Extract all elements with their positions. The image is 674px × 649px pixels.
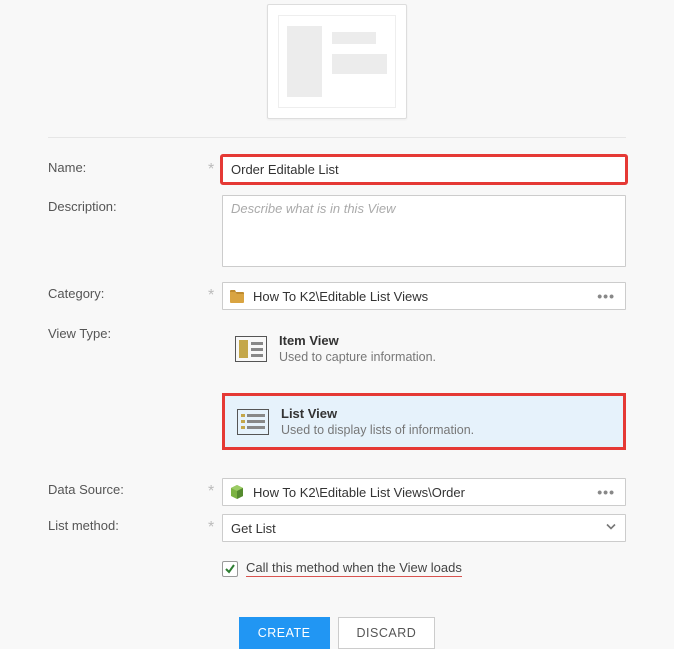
view-type-list[interactable]: List View Used to display lists of infor… [222, 393, 626, 450]
category-value: How To K2\Editable List Views [253, 289, 585, 304]
label-name: Name: [48, 156, 208, 175]
required-mark: * [208, 282, 222, 304]
name-input[interactable] [222, 156, 626, 183]
required-mark: * [208, 478, 222, 500]
discard-button[interactable]: DISCARD [338, 617, 436, 649]
label-data-source: Data Source: [48, 478, 208, 497]
required-spacer [208, 322, 222, 328]
item-view-icon [235, 336, 267, 362]
list-view-icon [237, 409, 269, 435]
folder-icon [229, 289, 245, 303]
chevron-down-icon [605, 521, 617, 536]
description-textarea[interactable] [222, 195, 626, 267]
call-on-load-checkbox[interactable] [222, 561, 238, 577]
check-icon [224, 563, 236, 575]
label-view-type: View Type: [48, 322, 208, 341]
data-source-picker[interactable]: How To K2\Editable List Views\Order ••• [222, 478, 626, 506]
item-view-title: Item View [279, 333, 436, 348]
list-method-dropdown[interactable]: Get List [222, 514, 626, 542]
category-browse-button[interactable]: ••• [593, 289, 619, 303]
label-category: Category: [48, 282, 208, 301]
list-view-title: List View [281, 406, 474, 421]
data-source-value: How To K2\Editable List Views\Order [253, 485, 585, 500]
category-picker[interactable]: How To K2\Editable List Views ••• [222, 282, 626, 310]
call-on-load-label: Call this method when the View loads [246, 560, 462, 577]
label-description: Description: [48, 195, 208, 214]
required-mark: * [208, 514, 222, 536]
cube-icon [229, 484, 245, 500]
data-source-browse-button[interactable]: ••• [593, 485, 619, 499]
label-spacer [48, 550, 208, 554]
view-type-item[interactable]: Item View Used to capture information. [222, 322, 626, 375]
item-view-sub: Used to capture information. [279, 350, 436, 364]
view-thumbnail [48, 4, 626, 138]
list-method-value: Get List [231, 521, 597, 536]
required-spacer [208, 195, 222, 201]
create-button[interactable]: CREATE [239, 617, 330, 649]
list-view-sub: Used to display lists of information. [281, 423, 474, 437]
required-mark: * [208, 156, 222, 178]
label-list-method: List method: [48, 514, 208, 533]
required-spacer [208, 550, 222, 556]
